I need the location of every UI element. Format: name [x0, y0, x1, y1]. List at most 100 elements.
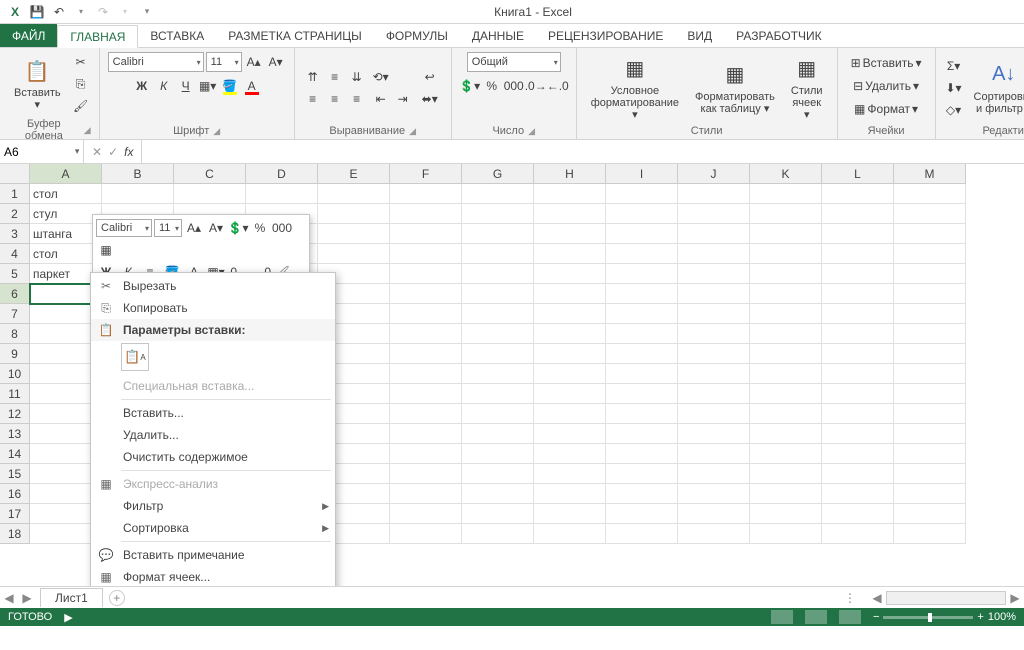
row-header[interactable]: 3 [0, 224, 30, 244]
cut-icon[interactable]: ✂ [71, 52, 91, 72]
cell[interactable] [894, 324, 966, 344]
mini-comma-icon[interactable]: 000 [272, 218, 292, 238]
cell[interactable] [750, 324, 822, 344]
cell[interactable] [606, 284, 678, 304]
save-icon[interactable]: 💾 [28, 3, 46, 21]
cell[interactable] [534, 404, 606, 424]
cell[interactable] [390, 224, 462, 244]
cell[interactable] [822, 364, 894, 384]
autosum-icon[interactable]: Σ▾ [944, 56, 964, 76]
cell[interactable] [462, 524, 534, 544]
cell[interactable] [750, 464, 822, 484]
undo-dropdown-icon[interactable]: ▾ [72, 3, 90, 21]
merge-center-button[interactable]: ⬌▾ [417, 89, 443, 109]
cell[interactable] [894, 404, 966, 424]
font-color-icon[interactable]: A [242, 76, 262, 96]
column-header[interactable]: F [390, 164, 462, 184]
cell[interactable] [822, 524, 894, 544]
cell-styles-button[interactable]: ▦Стили ячеек ▾ [785, 53, 829, 123]
cell[interactable] [462, 364, 534, 384]
cell[interactable] [462, 224, 534, 244]
percent-format-icon[interactable]: % [482, 76, 502, 96]
paste-option-default[interactable]: 📋A [121, 343, 149, 371]
cell[interactable] [534, 204, 606, 224]
name-box-input[interactable] [0, 145, 71, 159]
view-normal-icon[interactable] [771, 610, 793, 624]
ctx-insert-comment[interactable]: 💬Вставить примечание [91, 544, 335, 566]
ctx-copy[interactable]: ⎘Копировать [91, 297, 335, 319]
bold-button[interactable]: Ж [132, 76, 152, 96]
cell[interactable] [318, 224, 390, 244]
mini-percent-icon[interactable]: % [250, 218, 270, 238]
column-header[interactable]: J [678, 164, 750, 184]
sort-filter-button[interactable]: A↓Сортировка и фильтр ▾ [968, 59, 1024, 117]
column-header[interactable]: L [822, 164, 894, 184]
column-header[interactable]: G [462, 164, 534, 184]
redo-dropdown-icon[interactable]: ▾ [116, 3, 134, 21]
hscroll-right-icon[interactable]: ▶ [1006, 591, 1024, 605]
sheet-nav-next-icon[interactable]: ▶ [18, 591, 36, 605]
mini-font-combo[interactable]: Calibri [96, 219, 152, 237]
column-header[interactable]: E [318, 164, 390, 184]
cell[interactable] [534, 504, 606, 524]
cell[interactable] [894, 444, 966, 464]
cell[interactable] [534, 484, 606, 504]
cell[interactable] [534, 384, 606, 404]
cell[interactable] [750, 184, 822, 204]
cell[interactable] [390, 344, 462, 364]
cell[interactable] [678, 444, 750, 464]
row-header[interactable]: 17 [0, 504, 30, 524]
cell[interactable] [750, 344, 822, 364]
cell[interactable] [534, 364, 606, 384]
ctx-cut[interactable]: ✂Вырезать [91, 275, 335, 297]
row-header[interactable]: 1 [0, 184, 30, 204]
zoom-in-icon[interactable]: + [977, 611, 983, 623]
new-sheet-button[interactable]: + [109, 590, 125, 606]
cell[interactable] [606, 524, 678, 544]
row-header[interactable]: 10 [0, 364, 30, 384]
cell[interactable] [750, 444, 822, 464]
number-format-combo[interactable]: Общий [467, 52, 561, 72]
hscroll-left-icon[interactable]: ◀ [868, 591, 886, 605]
row-header[interactable]: 16 [0, 484, 30, 504]
cell[interactable] [822, 324, 894, 344]
comma-format-icon[interactable]: 000 [504, 76, 524, 96]
cell[interactable] [534, 284, 606, 304]
worksheet-grid[interactable]: ABCDEFGHIJKLM 12345678910111213141516171… [0, 164, 1024, 626]
tab-view[interactable]: ВИД [675, 24, 724, 47]
cell[interactable] [462, 324, 534, 344]
tab-developer[interactable]: РАЗРАБОТЧИК [724, 24, 834, 47]
row-header[interactable]: 11 [0, 384, 30, 404]
cell[interactable] [462, 404, 534, 424]
column-header[interactable]: C [174, 164, 246, 184]
cell[interactable] [606, 184, 678, 204]
cell[interactable] [750, 204, 822, 224]
cell[interactable] [390, 444, 462, 464]
number-launcher-icon[interactable]: ◢ [528, 126, 535, 137]
zoom-slider[interactable] [883, 616, 973, 619]
increase-font-icon[interactable]: A▴ [244, 52, 264, 72]
cell[interactable] [606, 204, 678, 224]
redo-icon[interactable]: ↷ [94, 3, 112, 21]
sheet-nav-prev-icon[interactable]: ◀ [0, 591, 18, 605]
horizontal-scrollbar[interactable] [886, 591, 1006, 605]
cell[interactable] [822, 404, 894, 424]
cell[interactable] [678, 304, 750, 324]
cell[interactable] [822, 204, 894, 224]
zoom-out-icon[interactable]: − [873, 611, 879, 623]
fx-icon[interactable]: fx [124, 145, 133, 159]
cell[interactable] [678, 284, 750, 304]
row-header[interactable]: 8 [0, 324, 30, 344]
row-header[interactable]: 6 [0, 284, 30, 304]
cell[interactable] [750, 424, 822, 444]
cell[interactable] [534, 224, 606, 244]
cell[interactable] [534, 304, 606, 324]
tab-data[interactable]: ДАННЫЕ [460, 24, 536, 47]
cell[interactable] [822, 444, 894, 464]
fill-icon[interactable]: ⬇▾ [944, 78, 964, 98]
cell[interactable] [822, 224, 894, 244]
cell[interactable] [678, 424, 750, 444]
cell[interactable] [750, 284, 822, 304]
cell[interactable] [390, 364, 462, 384]
cell[interactable] [822, 264, 894, 284]
